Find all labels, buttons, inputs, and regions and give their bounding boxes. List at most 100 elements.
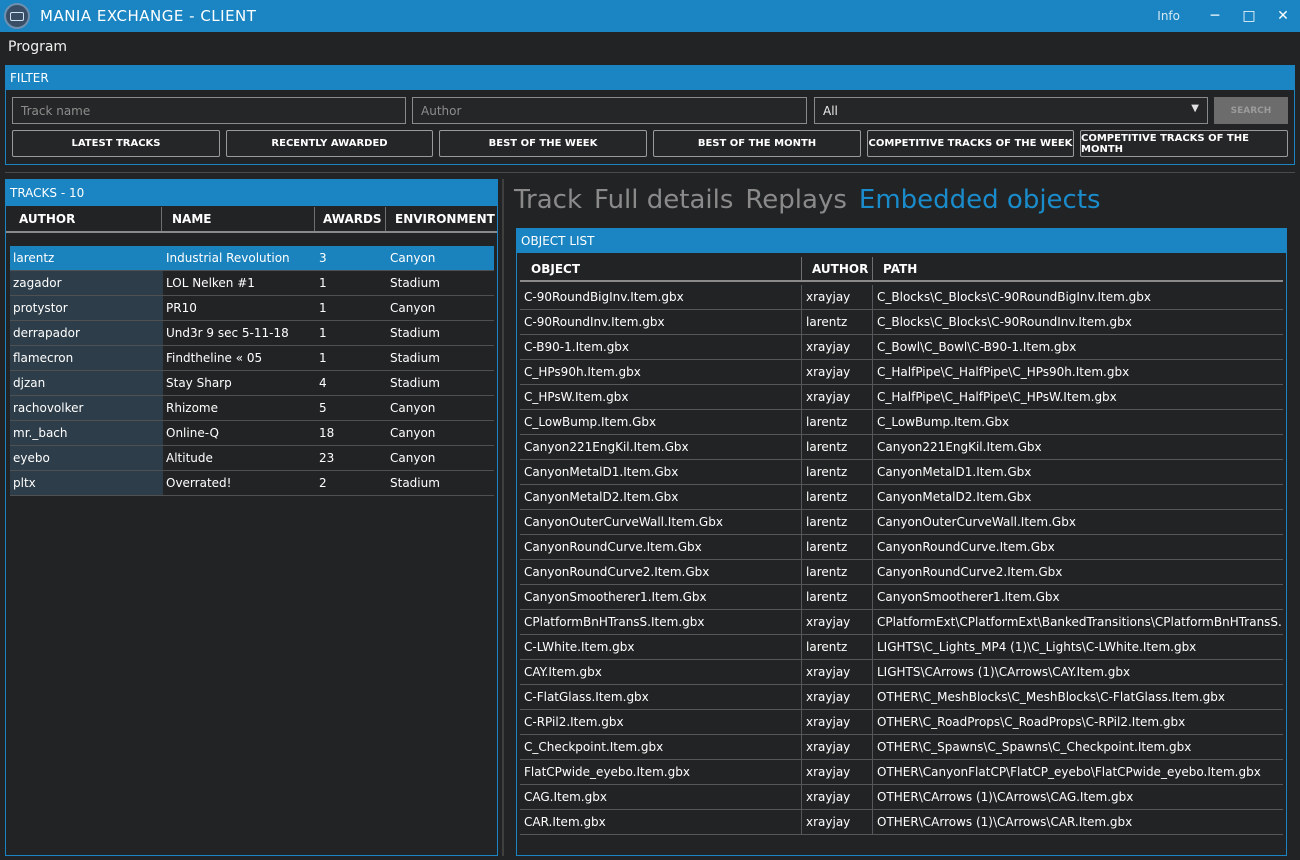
tab-full-details[interactable]: Full details <box>594 185 733 215</box>
table-row[interactable]: C-RPil2.Item.gbx xrayjay OTHER\C_RoadProps… <box>520 710 1283 735</box>
info-link[interactable]: Info <box>1157 9 1180 23</box>
cell-awards: 1 <box>319 276 327 290</box>
cell-author: larentz <box>802 635 873 659</box>
cell-environment: Stadium <box>390 351 440 365</box>
column-author[interactable]: AUTHOR <box>6 207 162 231</box>
table-row[interactable]: C_LowBump.Item.Gbx larentz C_LowBump.Item.… <box>520 410 1283 435</box>
table-row[interactable]: C_HPsW.Item.gbx xrayjay C_HalfPipe\C_HalfP… <box>520 385 1283 410</box>
author-input[interactable]: Author <box>412 97 807 124</box>
cell-author: xrayjay <box>802 335 873 359</box>
table-row[interactable]: derrapador Und3r 9 sec 5-11-18 1 Stadium <box>10 321 494 346</box>
cell-author: pltx <box>10 471 163 495</box>
cell-name: LOL Nelken #1 <box>166 276 255 290</box>
cell-name: Overrated! <box>166 476 232 490</box>
column-name[interactable]: NAME <box>162 207 315 231</box>
table-row[interactable]: protystor PR10 1 Canyon <box>10 296 494 321</box>
cell-awards: 1 <box>319 351 327 365</box>
cell-object: CAY.Item.gbx <box>520 660 802 684</box>
table-row[interactable]: zagador LOL Nelken #1 1 Stadium <box>10 271 494 296</box>
menu-program[interactable]: Program <box>8 39 67 55</box>
cell-path: LIGHTS\CArrows (1)\CArrows\CAY.Item.gbx <box>877 665 1131 679</box>
minimize-icon[interactable]: ─ <box>1198 0 1232 32</box>
table-row[interactable]: CanyonRoundCurve.Item.Gbx larentz CanyonRo… <box>520 535 1283 560</box>
competitive-month-button[interactable]: COMPETITIVE TRACKS OF THE MONTH <box>1080 130 1288 157</box>
table-row[interactable]: Canyon221EngKil.Item.Gbx larentz Canyon221… <box>520 435 1283 460</box>
table-row[interactable]: C-B90-1.Item.gbx xrayjay C_Bowl\C_Bowl\C-B… <box>520 335 1283 360</box>
table-row[interactable]: CanyonSmootherer1.Item.Gbx larentz CanyonS… <box>520 585 1283 610</box>
column-object-author[interactable]: AUTHOR <box>802 257 873 280</box>
table-row[interactable]: mr._bach Online-Q 18 Canyon <box>10 421 494 446</box>
tab-track[interactable]: Track <box>514 185 582 215</box>
column-awards[interactable]: AWARDS <box>315 207 386 231</box>
table-row[interactable]: C-LWhite.Item.gbx larentz LIGHTS\C_Lights_… <box>520 635 1283 660</box>
recently-awarded-button[interactable]: RECENTLY AWARDED <box>226 130 433 157</box>
cell-environment: Stadium <box>390 276 440 290</box>
cell-path: LIGHTS\C_Lights_MP4 (1)\C_Lights\C-LWhit… <box>877 640 1197 654</box>
cell-author: rachovolker <box>10 396 163 420</box>
cell-object: FlatCPwide_eyebo.Item.gbx <box>520 760 802 784</box>
table-row[interactable]: pltx Overrated! 2 Stadium <box>10 471 494 496</box>
cell-author: xrayjay <box>802 685 873 709</box>
table-row[interactable]: eyebo Altitude 23 Canyon <box>10 446 494 471</box>
cell-path: C_Blocks\C_Blocks\C-90RoundBigInv.Item.g… <box>877 290 1151 304</box>
cell-author: larentz <box>802 435 873 459</box>
table-row[interactable]: C_HPs90h.Item.gbx xrayjay C_HalfPipe\C_Hal… <box>520 360 1283 385</box>
cell-author: djzan <box>10 371 163 395</box>
tracks-header: TRACKS - 10 <box>6 180 497 206</box>
cell-environment: Canyon <box>390 401 436 415</box>
cell-object: C-90RoundBigInv.Item.gbx <box>520 285 802 309</box>
maximize-icon[interactable]: □ <box>1232 0 1266 32</box>
table-row[interactable]: flamecron Findtheline « 05 1 Stadium <box>10 346 494 371</box>
table-row[interactable]: CanyonRoundCurve2.Item.Gbx larentz CanyonR… <box>520 560 1283 585</box>
tab-replays[interactable]: Replays <box>745 185 847 215</box>
best-of-week-button[interactable]: BEST OF THE WEEK <box>439 130 647 157</box>
table-row[interactable]: CAR.Item.gbx xrayjay OTHER\CArrows (1)\CAr… <box>520 810 1283 835</box>
cell-environment: Canyon <box>390 251 436 265</box>
column-object[interactable]: OBJECT <box>520 257 802 280</box>
cell-awards: 4 <box>319 376 327 390</box>
cell-name: Rhizome <box>166 401 218 415</box>
cell-path: OTHER\CArrows (1)\CArrows\CAG.Item.gbx <box>877 790 1134 804</box>
table-row[interactable]: larentz Industrial Revolution 3 Canyon <box>10 246 494 271</box>
tab-embedded-objects[interactable]: Embedded objects <box>859 185 1101 215</box>
cell-awards: 1 <box>319 326 327 340</box>
competitive-week-button[interactable]: COMPETITIVE TRACKS OF THE WEEK <box>867 130 1074 157</box>
table-row[interactable]: CAY.Item.gbx xrayjay LIGHTS\CArrows (1)\CA… <box>520 660 1283 685</box>
latest-tracks-button[interactable]: LATEST TRACKS <box>12 130 220 157</box>
splitter[interactable] <box>502 179 504 856</box>
cell-author: xrayjay <box>802 810 873 834</box>
cell-environment: Canyon <box>390 426 436 440</box>
environment-select[interactable]: All ▼ <box>814 97 1208 124</box>
close-icon[interactable]: ✕ <box>1266 0 1300 32</box>
object-list-panel: OBJECT LIST OBJECT AUTHOR PATH C-90Round… <box>516 228 1287 856</box>
cell-object: C_Checkpoint.Item.gbx <box>520 735 802 759</box>
table-row[interactable]: CPlatformBnHTransS.Item.gbx xrayjay CPlatf… <box>520 610 1283 635</box>
table-row[interactable]: C-90RoundBigInv.Item.gbx xrayjay C_Blocks\… <box>520 285 1283 310</box>
table-row[interactable]: C_Checkpoint.Item.gbx xrayjay OTHER\C_Spaw… <box>520 735 1283 760</box>
cell-awards: 3 <box>319 251 327 265</box>
table-row[interactable]: CanyonOuterCurveWall.Item.Gbx larentz Cany… <box>520 510 1283 535</box>
cell-object: C-90RoundInv.Item.gbx <box>520 310 802 334</box>
column-environment[interactable]: ENVIRONMENT <box>386 207 495 231</box>
table-row[interactable]: C-FlatGlass.Item.gbx xrayjay OTHER\C_MeshB… <box>520 685 1283 710</box>
cell-object: C_LowBump.Item.Gbx <box>520 410 802 434</box>
cell-object: CanyonMetalD1.Item.Gbx <box>520 460 802 484</box>
object-list-header: OBJECT LIST <box>517 229 1286 253</box>
cell-author: xrayjay <box>802 660 873 684</box>
best-of-month-button[interactable]: BEST OF THE MONTH <box>653 130 861 157</box>
table-row[interactable]: FlatCPwide_eyebo.Item.gbx xrayjay OTHER\Ca… <box>520 760 1283 785</box>
track-name-input[interactable]: Track name <box>12 97 406 124</box>
table-row[interactable]: C-90RoundInv.Item.gbx larentz C_Blocks\C_B… <box>520 310 1283 335</box>
cell-author: larentz <box>802 560 873 584</box>
table-row[interactable]: CAG.Item.gbx xrayjay OTHER\CArrows (1)\CAr… <box>520 785 1283 810</box>
table-row[interactable]: CanyonMetalD1.Item.Gbx larentz CanyonMetal… <box>520 460 1283 485</box>
cell-object: C-B90-1.Item.gbx <box>520 335 802 359</box>
table-row[interactable]: djzan Stay Sharp 4 Stadium <box>10 371 494 396</box>
search-button[interactable]: SEARCH <box>1214 97 1288 124</box>
column-path[interactable]: PATH <box>873 257 1283 280</box>
cell-author: eyebo <box>10 446 163 470</box>
table-row[interactable]: rachovolker Rhizome 5 Canyon <box>10 396 494 421</box>
title-bar: MANIA EXCHANGE - CLIENT Info ─ □ ✕ <box>0 0 1300 32</box>
cell-author: derrapador <box>10 321 163 345</box>
table-row[interactable]: CanyonMetalD2.Item.Gbx larentz CanyonMetal… <box>520 485 1283 510</box>
